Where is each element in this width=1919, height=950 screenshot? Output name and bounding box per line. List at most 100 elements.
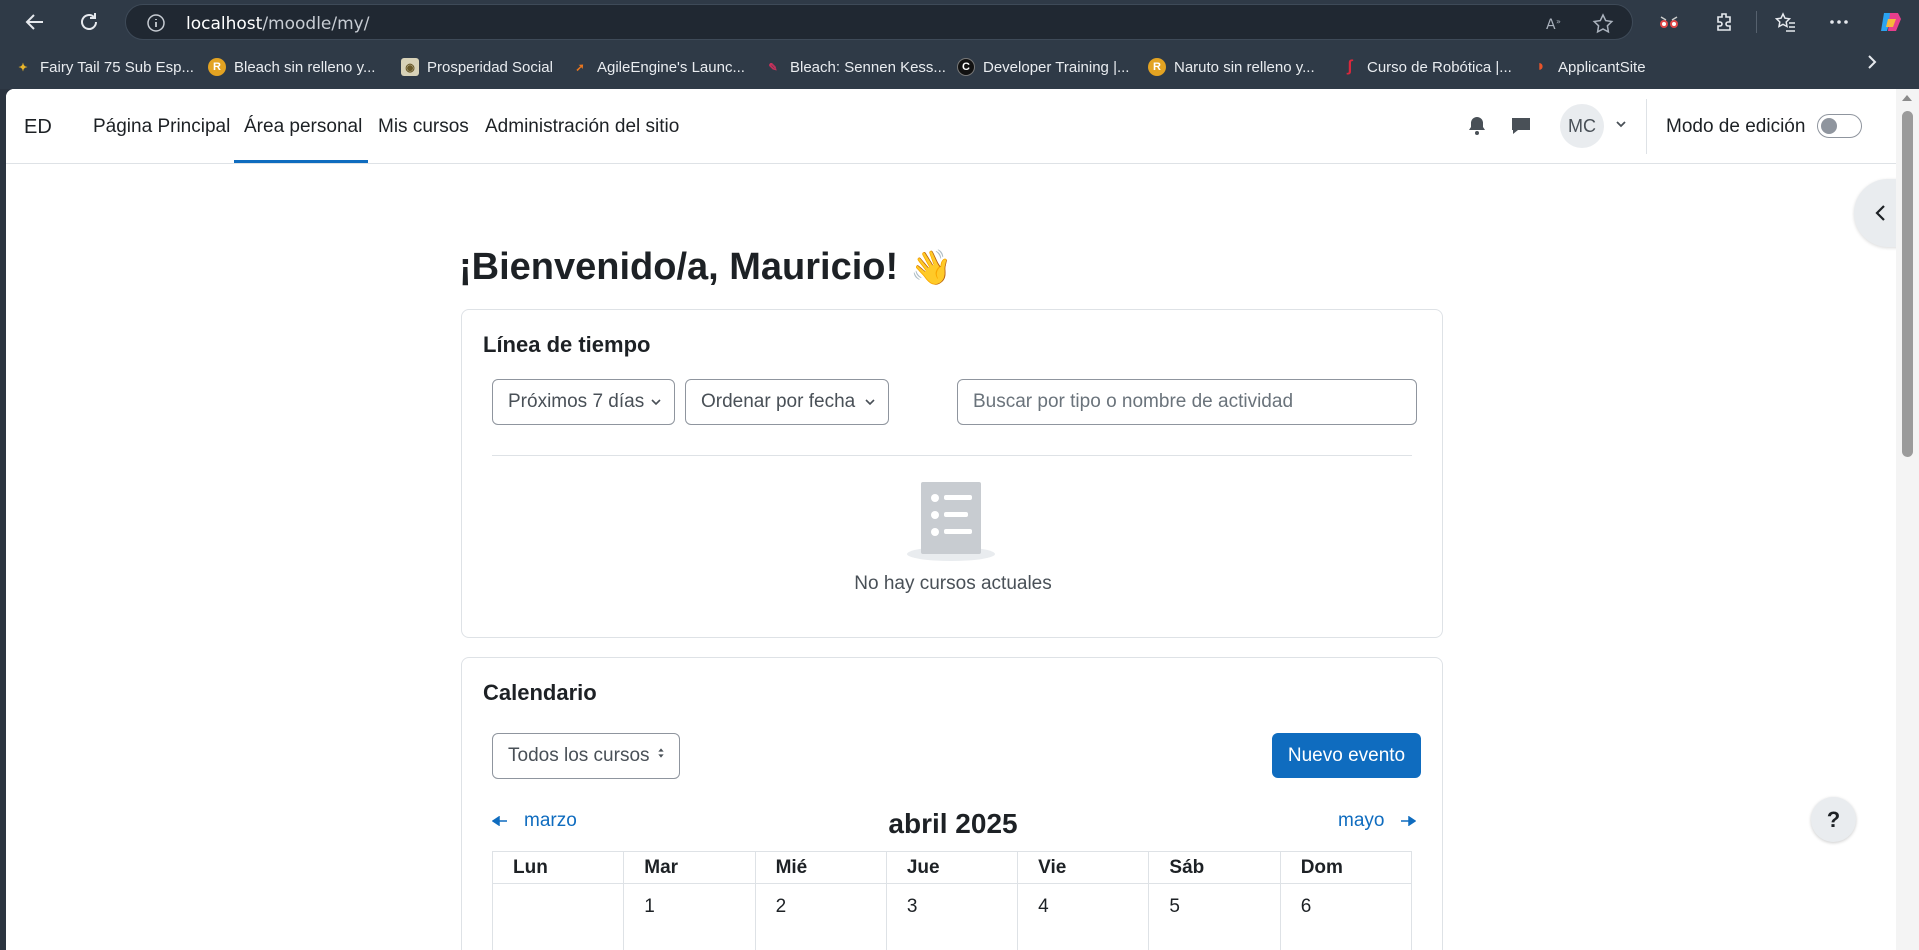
browser-chrome: localhost/moodle/my/ A» ✦ Fairy Tail 75 S… xyxy=(0,0,1919,89)
bookmark-item[interactable]: R Naruto sin relleno y... xyxy=(1148,55,1315,79)
calendar-day-cell[interactable]: 1 xyxy=(623,883,756,950)
extensions-puzzle-icon[interactable] xyxy=(1712,9,1738,35)
user-avatar[interactable]: MC xyxy=(1560,104,1604,148)
timeline-empty-message: No hay cursos actuales xyxy=(854,573,1052,594)
weekday-header: Dom xyxy=(1279,851,1413,884)
bookmark-item[interactable]: C Developer Training |... xyxy=(957,55,1129,79)
info-icon[interactable] xyxy=(146,13,166,33)
timeline-title: Línea de tiempo xyxy=(483,332,651,357)
bookmarks-overflow-chevron-icon[interactable] xyxy=(1866,54,1878,75)
bookmark-favicon-icon: ✦ xyxy=(18,61,28,74)
open-drawer-button[interactable] xyxy=(1854,179,1896,247)
scroll-up-arrow-icon[interactable] xyxy=(1902,95,1912,101)
calendar-course-value: Todos los cursos xyxy=(508,745,650,766)
bookmark-item[interactable]: ✎ Bleach: Sennen Kess... xyxy=(764,55,946,79)
bookmark-favicon-icon: ➚ xyxy=(575,61,585,74)
copilot-icon[interactable] xyxy=(1878,9,1904,35)
nav-my-courses-link[interactable]: Mis cursos xyxy=(378,116,469,138)
timeline-sort-dropdown[interactable]: Ordenar por fecha xyxy=(685,379,889,425)
edit-mode-toggle[interactable] xyxy=(1817,114,1862,138)
url-text[interactable]: localhost/moodle/my/ xyxy=(186,14,369,34)
bookmark-label: Fairy Tail 75 Sub Esp... xyxy=(40,58,194,76)
read-aloud-icon[interactable]: A» xyxy=(1544,13,1566,35)
calendar-day-cell[interactable]: 2 xyxy=(754,883,887,950)
address-bar[interactable]: localhost/moodle/my/ A» xyxy=(125,4,1633,40)
bookmark-favicon-icon: R xyxy=(1148,58,1166,76)
nav-site-admin-link[interactable]: Administración del sitio xyxy=(485,116,679,138)
toolbar-separator xyxy=(1756,11,1757,33)
bookmark-label: Developer Training |... xyxy=(983,58,1130,76)
next-month-link[interactable]: mayo xyxy=(1338,810,1417,832)
calendar-weekday-row: Lun Mar Mié Jue Vie Sáb Dom xyxy=(491,851,1413,884)
bookmark-label: Bleach sin relleno y... xyxy=(234,58,376,76)
bookmark-favicon-icon: R xyxy=(208,58,226,76)
bookmark-label: Bleach: Sennen Kess... xyxy=(790,58,946,76)
top-navbar: ED Página Principal Área personal Mis cu… xyxy=(6,89,1896,164)
bookmarks-bar: ✦ Fairy Tail 75 Sub Esp... R Bleach sin re… xyxy=(0,50,1919,82)
bookmark-label: Curso de Robótica |... xyxy=(1367,58,1512,76)
new-event-button[interactable]: Nuevo evento xyxy=(1272,733,1421,778)
chevron-down-icon[interactable] xyxy=(1614,117,1628,131)
extension-glasses-icon[interactable] xyxy=(1656,9,1682,35)
chevron-down-icon xyxy=(651,399,661,406)
back-button[interactable] xyxy=(18,7,52,37)
empty-courses-icon xyxy=(907,482,995,561)
timeline-block: Línea de tiempo Próximos 7 días Ordenar … xyxy=(461,309,1443,638)
calendar-day-cell[interactable]: 4 xyxy=(1017,883,1150,950)
page-viewport: ED Página Principal Área personal Mis cu… xyxy=(6,89,1896,950)
url-host: localhost xyxy=(186,14,263,34)
bookmark-item[interactable]: ✦ Fairy Tail 75 Sub Esp... xyxy=(14,55,194,79)
bookmark-item[interactable]: ➚ AgileEngine's Launc... xyxy=(571,55,745,79)
messages-icon[interactable] xyxy=(1509,114,1533,138)
favorite-star-icon[interactable] xyxy=(1592,13,1614,35)
timeline-divider xyxy=(492,455,1412,456)
calendar-day-cell[interactable]: 3 xyxy=(885,883,1019,950)
bookmark-item[interactable]: ∫ Curso de Robótica |... xyxy=(1341,55,1512,79)
nav-dashboard-link[interactable]: Área personal xyxy=(244,116,362,138)
welcome-text: ¡Bienvenido/a, Mauricio! xyxy=(459,246,899,288)
calendar-day-cell[interactable]: 5 xyxy=(1148,883,1281,950)
wave-emoji: 👋 xyxy=(910,249,953,287)
bookmark-label: Prosperidad Social xyxy=(427,58,553,76)
timeline-filter-dropdown[interactable]: Próximos 7 días xyxy=(492,379,675,425)
svg-text:A: A xyxy=(1546,17,1556,33)
chevron-down-icon xyxy=(865,399,875,406)
timeline-filter-value: Próximos 7 días xyxy=(508,391,645,412)
chevron-left-icon xyxy=(1875,205,1885,221)
timeline-search-input[interactable] xyxy=(957,379,1417,425)
bookmark-favicon-icon: ∫ xyxy=(1347,58,1353,75)
bookmark-label: Naruto sin relleno y... xyxy=(1174,58,1315,76)
scrollbar-thumb[interactable] xyxy=(1902,111,1913,457)
weekday-header: Vie xyxy=(1017,851,1150,884)
bell-icon[interactable] xyxy=(1465,114,1489,138)
bookmark-favicon-icon: ✎ xyxy=(768,61,778,74)
sort-arrows-icon xyxy=(658,748,664,758)
weekday-header: Jue xyxy=(885,851,1019,884)
reload-icon xyxy=(81,13,97,30)
reload-button[interactable] xyxy=(72,7,106,37)
weekday-header: Sáb xyxy=(1148,851,1281,884)
next-month-label: mayo xyxy=(1338,810,1385,831)
help-button[interactable]: ? xyxy=(1811,797,1856,842)
calendar-course-select[interactable]: Todos los cursos xyxy=(492,733,680,779)
calendar-block: Calendario Todos los cursos Nuevo evento… xyxy=(461,657,1443,950)
weekday-header: Mar xyxy=(623,851,756,884)
bookmark-label: AgileEngine's Launc... xyxy=(597,58,745,76)
timeline-sort-value: Ordenar por fecha xyxy=(701,391,856,412)
more-options-icon[interactable] xyxy=(1826,9,1852,35)
calendar-title: Calendario xyxy=(483,680,597,705)
bookmark-favicon-icon: ◉ xyxy=(401,58,419,76)
site-brand[interactable]: ED xyxy=(24,116,52,139)
weekday-header: Mié xyxy=(754,851,887,884)
bookmark-item[interactable]: ◉ Prosperidad Social xyxy=(401,55,553,79)
favorites-list-icon[interactable] xyxy=(1772,9,1798,35)
navbar-divider xyxy=(1646,99,1647,154)
page-scrollbar[interactable] xyxy=(1896,89,1919,950)
url-path: /moodle/my/ xyxy=(262,14,370,34)
bookmark-item[interactable]: ◗ ApplicantSite xyxy=(1532,55,1645,79)
nav-home-link[interactable]: Página Principal xyxy=(93,116,230,138)
bookmark-item[interactable]: R Bleach sin relleno y... xyxy=(208,55,375,79)
calendar-day-cell[interactable]: 6 xyxy=(1279,883,1413,950)
browser-toolbar: localhost/moodle/my/ A» xyxy=(0,0,1919,44)
bookmark-favicon-icon: ◗ xyxy=(1536,58,1546,75)
